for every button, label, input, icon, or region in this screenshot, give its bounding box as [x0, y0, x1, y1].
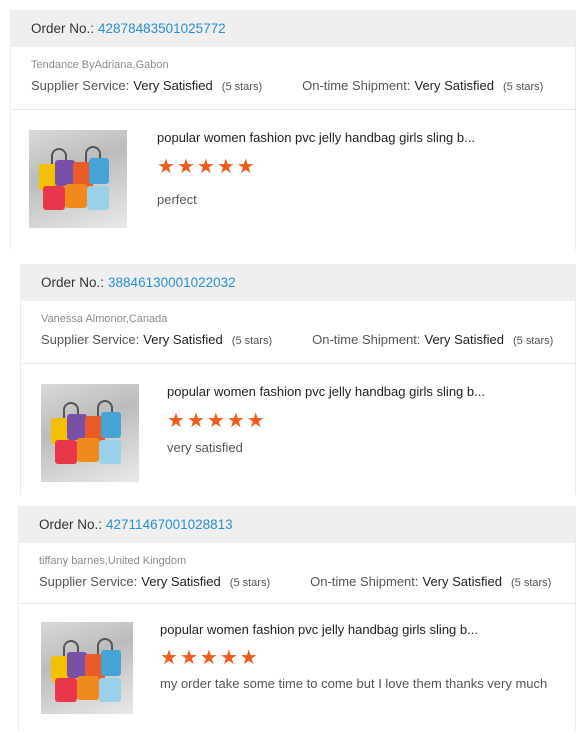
star-icon: ★	[186, 410, 205, 432]
review-comment: very satisfied	[167, 440, 243, 455]
star-icon: ★	[246, 410, 265, 432]
order-number-label: Order No.:	[41, 275, 105, 290]
order-header: Order No.: 42711467001028813	[19, 506, 575, 543]
shipment-label: On-time Shipment:	[310, 574, 419, 589]
star-icon: ★	[239, 647, 258, 669]
review-card: Order No.: 42878483501025772 Tendance By…	[10, 10, 576, 250]
product-section: popular women fashion pvc jelly handbag …	[19, 604, 575, 724]
shipment-stars: (5 stars)	[511, 577, 552, 589]
star-icon: ★	[226, 410, 245, 432]
product-title-link[interactable]: popular women fashion pvc jelly handbag …	[160, 622, 478, 637]
rating-stars: ★ ★ ★ ★ ★	[157, 157, 255, 177]
order-number-link[interactable]: 38846130001022032	[108, 275, 236, 290]
supplier-service-value: Very Satisfied	[143, 332, 223, 347]
service-ratings: Supplier Service: Very Satisfied (5 star…	[41, 332, 575, 347]
supplier-service-value: Very Satisfied	[133, 78, 213, 93]
order-header: Order No.: 38846130001022032	[21, 264, 575, 301]
review-card: Order No.: 42711467001028813 tiffany bar…	[18, 506, 576, 731]
shipment-stars: (5 stars)	[513, 335, 554, 347]
buyer-name: tiffany barnes,United Kingdom	[39, 555, 187, 567]
star-icon: ★	[199, 647, 218, 669]
star-icon: ★	[160, 647, 178, 669]
star-icon: ★	[216, 156, 235, 178]
star-icon: ★	[206, 410, 225, 432]
star-icon: ★	[219, 647, 238, 669]
product-title-link[interactable]: popular women fashion pvc jelly handbag …	[157, 130, 475, 145]
supplier-service-label: Supplier Service:	[41, 332, 140, 347]
star-icon: ★	[236, 156, 255, 178]
order-header: Order No.: 42878483501025772	[11, 10, 575, 47]
star-icon: ★	[176, 156, 195, 178]
service-ratings: Supplier Service: Very Satisfied (5 star…	[39, 574, 575, 589]
order-number-label: Order No.:	[31, 21, 95, 36]
buyer-name: Vanessa Almonor,Canada	[41, 313, 168, 325]
supplier-service-label: Supplier Service:	[39, 574, 138, 589]
review-comment: perfect	[157, 192, 197, 207]
supplier-service-stars: (5 stars)	[231, 335, 273, 347]
product-title-link[interactable]: popular women fashion pvc jelly handbag …	[167, 384, 485, 399]
review-card: Order No.: 38846130001022032 Vanessa Alm…	[20, 264, 576, 494]
product-thumbnail[interactable]	[41, 622, 133, 714]
product-section: popular women fashion pvc jelly handbag …	[21, 364, 575, 489]
buyer-name: Tendance ByAdriana,Gabon	[31, 59, 169, 71]
review-comment: my order take some time to come but I lo…	[160, 676, 548, 691]
rating-stars: ★ ★ ★ ★ ★	[160, 648, 258, 668]
rating-stars: ★ ★ ★ ★ ★	[167, 411, 265, 431]
star-icon: ★	[179, 647, 198, 669]
order-number-label: Order No.:	[39, 517, 103, 532]
star-icon: ★	[196, 156, 215, 178]
shipment-label: On-time Shipment:	[312, 332, 421, 347]
shipment-label: On-time Shipment:	[302, 78, 411, 93]
order-number-link[interactable]: 42711467001028813	[106, 517, 233, 532]
service-ratings: Supplier Service: Very Satisfied (5 star…	[31, 78, 575, 93]
order-number-link[interactable]: 42878483501025772	[98, 21, 226, 36]
product-thumbnail[interactable]	[41, 384, 139, 482]
star-icon: ★	[157, 156, 175, 178]
supplier-service-label: Supplier Service:	[31, 78, 130, 93]
product-thumbnail[interactable]	[29, 130, 127, 228]
supplier-service-stars: (5 stars)	[229, 577, 271, 589]
shipment-value: Very Satisfied	[414, 78, 495, 93]
shipment-value: Very Satisfied	[424, 332, 505, 347]
star-icon: ★	[167, 410, 185, 432]
supplier-service-stars: (5 stars)	[221, 81, 263, 93]
shipment-stars: (5 stars)	[503, 81, 544, 93]
shipment-value: Very Satisfied	[422, 574, 503, 589]
product-section: popular women fashion pvc jelly handbag …	[11, 110, 575, 240]
supplier-service-value: Very Satisfied	[141, 574, 221, 589]
